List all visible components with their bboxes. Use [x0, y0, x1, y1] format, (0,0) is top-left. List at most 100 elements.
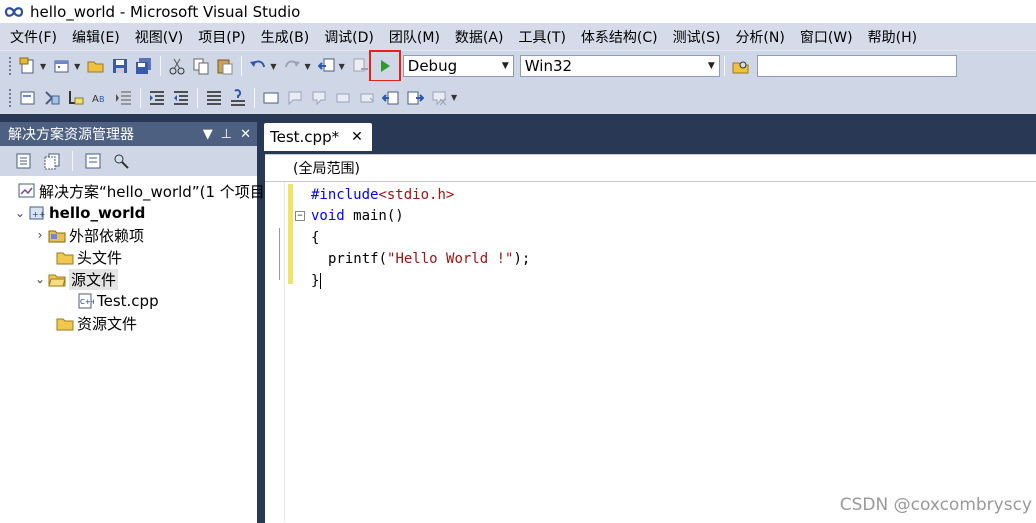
menu-view[interactable]: 视图(V) [129, 27, 190, 47]
code-line-5: } [297, 270, 530, 292]
source-code[interactable]: #include <stdio.h> − void main() { printf… [295, 184, 530, 292]
solution-platform-dropdown[interactable]: Win32 ▼ [519, 55, 720, 77]
uncomment-button[interactable] [227, 87, 249, 109]
complete-word-button[interactable]: AB [89, 87, 111, 109]
start-debugging-button[interactable] [368, 50, 401, 82]
copy-button[interactable] [190, 55, 212, 77]
menu-edit[interactable]: 编辑(E) [66, 27, 126, 47]
quick-info-button[interactable] [65, 87, 87, 109]
view-code-button[interactable] [110, 150, 132, 172]
menu-team[interactable]: 团队(M) [383, 27, 446, 47]
tree-item-solution[interactable]: 解决方案“hello_world”(1 个项目 [0, 180, 265, 202]
folder-icon [56, 249, 74, 265]
toolbar-grip[interactable] [8, 56, 12, 76]
tree-item-label: 解决方案“hello_world”(1 个项目 [39, 182, 265, 201]
indent-icon [150, 90, 164, 105]
menu-analyze[interactable]: 分析(N) [729, 27, 790, 47]
chevron-expanded-icon[interactable]: ⌄ [32, 272, 48, 286]
menu-help[interactable]: 帮助(H) [862, 27, 923, 47]
previous-bookmark-in-folder-button[interactable] [332, 87, 354, 109]
chevron-down-icon[interactable]: ▼ [304, 62, 310, 71]
bookmark-folder-next-icon [360, 93, 374, 102]
solution-explorer-title: 解决方案资源管理器 [8, 127, 134, 143]
toggle-bookmark-button[interactable] [260, 87, 282, 109]
find-in-files-button[interactable] [730, 55, 752, 77]
chevron-expanded-icon[interactable]: ⌄ [12, 206, 28, 220]
panel-dropdown-icon[interactable]: ▼ [203, 127, 213, 142]
scope-dropdown[interactable]: (全局范围) [265, 154, 1036, 182]
view-class-diagram-button[interactable] [82, 150, 104, 172]
solution-configuration-dropdown[interactable]: Debug ▼ [402, 55, 514, 77]
bookmark-icon [263, 92, 279, 103]
menu-project[interactable]: 项目(P) [192, 27, 251, 47]
tree-item-resource-files[interactable]: 资源文件 [0, 312, 257, 334]
outdent-button[interactable] [170, 87, 192, 109]
tree-item-project[interactable]: ⌄ ++ hello_world [0, 202, 257, 224]
add-item-button[interactable] [51, 55, 73, 77]
parameter-info-button[interactable] [41, 87, 63, 109]
menu-file[interactable]: 文件(F) [4, 27, 63, 47]
previous-bookmark-in-document-button[interactable] [380, 87, 402, 109]
tree-item-external-deps[interactable]: › 外部依赖项 [0, 224, 257, 246]
toolbar-separator [723, 56, 725, 76]
save-button[interactable] [109, 55, 131, 77]
open-file-button[interactable] [85, 55, 107, 77]
toolbar-separator [197, 87, 198, 108]
chevron-down-icon[interactable]: ▼ [40, 62, 46, 71]
save-all-icon [136, 58, 152, 74]
navigate-forward-button[interactable] [350, 55, 372, 77]
cut-button[interactable] [166, 55, 188, 77]
menu-test[interactable]: 测试(S) [667, 27, 727, 47]
next-bookmark-button[interactable] [308, 87, 330, 109]
text-editor-toolbar: AB ▼ [0, 81, 1036, 114]
tree-item-source-files[interactable]: ⌄ 源文件 [0, 268, 257, 290]
uncomment-icon [231, 88, 245, 106]
navigate-backward-button[interactable] [316, 55, 338, 77]
code-line-1: #include <stdio.h> [297, 184, 530, 206]
save-all-button[interactable] [133, 55, 155, 77]
code-editor[interactable]: (全局范围) #include <stdio.h> − void main() {… [265, 154, 1036, 523]
undo-button[interactable] [247, 55, 269, 77]
show-all-files-button[interactable] [41, 150, 63, 172]
quick-info-icon [69, 90, 84, 104]
menu-build[interactable]: 生成(B) [255, 27, 316, 47]
toolbar-grip[interactable] [8, 87, 12, 108]
chevron-collapsed-icon[interactable]: › [32, 228, 48, 242]
next-bookmark-in-document-button[interactable] [404, 87, 426, 109]
close-icon[interactable]: ✕ [240, 127, 251, 142]
title-bar: hello_world - Microsoft Visual Studio [0, 0, 1036, 23]
chevron-down-icon[interactable]: ▼ [270, 62, 276, 71]
panel-controls: ▼ ⊥ ✕ [203, 127, 257, 142]
chevron-down-icon[interactable]: ▼ [74, 62, 80, 71]
standard-toolbar: ▼ ▼ ▼ ▼ ▼ Debug ▼ Win32 ▼ [0, 50, 1036, 82]
decrease-line-indent-button[interactable] [113, 87, 135, 109]
chevron-down-icon[interactable]: ▼ [339, 62, 345, 71]
collapse-outline-icon[interactable]: − [295, 211, 305, 222]
menu-data[interactable]: 数据(A) [449, 27, 510, 47]
code-line-3: { [297, 227, 530, 249]
code-area[interactable]: #include <stdio.h> − void main() { printf… [265, 182, 1036, 522]
toolbar-options-chevron-icon[interactable]: ▼ [451, 93, 457, 102]
new-project-button[interactable] [17, 55, 39, 77]
text-cursor [320, 272, 322, 289]
menu-debug[interactable]: 调试(D) [318, 27, 380, 47]
menu-window[interactable]: 窗口(W) [794, 27, 859, 47]
copy-icon [193, 58, 209, 75]
search-input[interactable] [756, 55, 957, 77]
clear-bookmarks-button[interactable] [428, 87, 450, 109]
next-bookmark-in-folder-button[interactable] [356, 87, 378, 109]
redo-button[interactable] [281, 55, 303, 77]
indent-button[interactable] [146, 87, 168, 109]
comment-out-button[interactable] [203, 87, 225, 109]
tree-item-test-cpp[interactable]: C++ Test.cpp [0, 290, 257, 312]
pin-icon[interactable]: ⊥ [221, 127, 232, 142]
menu-architecture[interactable]: 体系结构(C) [575, 27, 664, 47]
tab-test-cpp[interactable]: Test.cpp* ✕ [264, 123, 372, 151]
menu-tools[interactable]: 工具(T) [512, 27, 571, 47]
tree-item-header-files[interactable]: 头文件 [0, 246, 257, 268]
display-object-member-list-button[interactable] [17, 87, 39, 109]
previous-bookmark-button[interactable] [284, 87, 306, 109]
close-tab-icon[interactable]: ✕ [351, 129, 363, 145]
paste-button[interactable] [214, 55, 236, 77]
properties-button[interactable] [13, 150, 35, 172]
